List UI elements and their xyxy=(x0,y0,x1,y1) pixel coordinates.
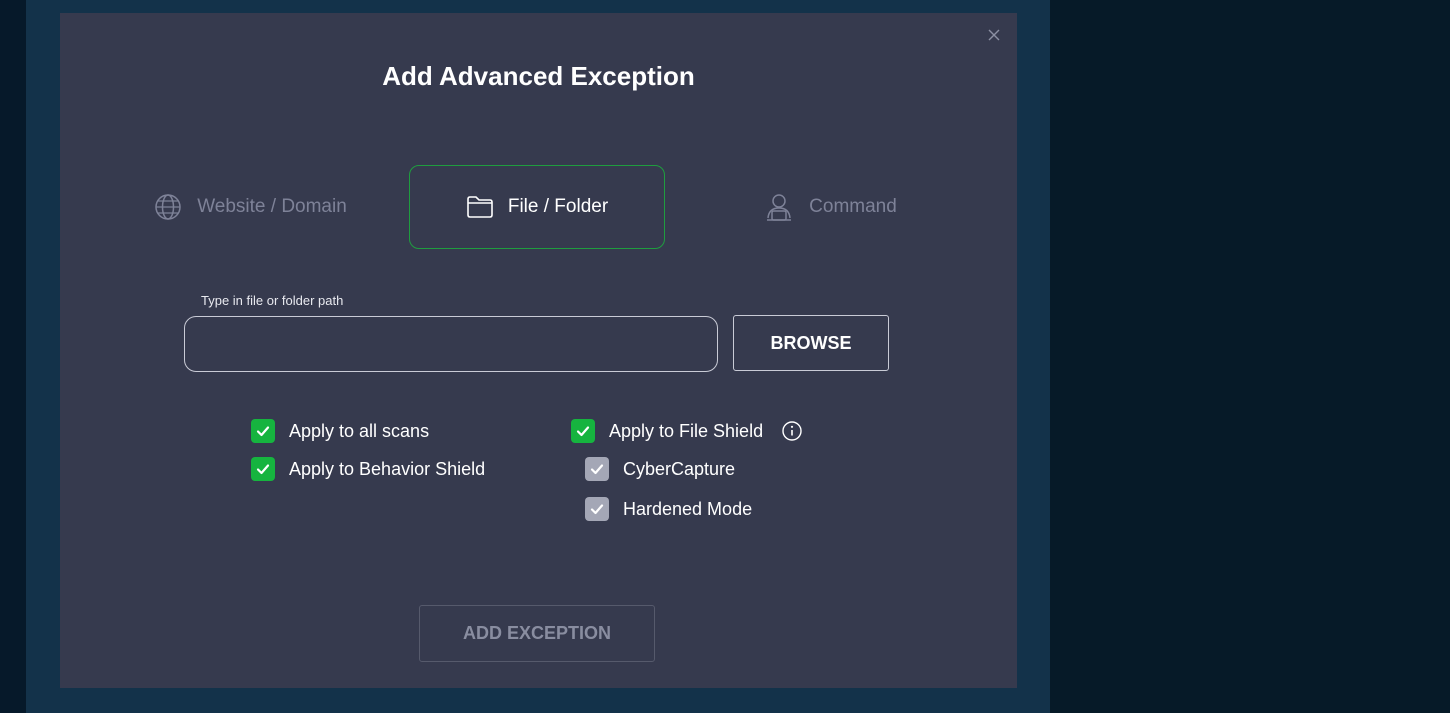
tab-command[interactable]: Command xyxy=(735,165,925,249)
globe-icon xyxy=(153,192,183,222)
cybercapture-label: CyberCapture xyxy=(623,458,736,479)
apply-behavior-shield-option[interactable]: Apply to Behavior Shield xyxy=(251,457,485,481)
apply-behavior-shield-label: Apply to Behavior Shield xyxy=(289,458,486,479)
path-field-label: Type in file or folder path xyxy=(201,293,344,308)
apply-behavior-shield-checkbox[interactable] xyxy=(251,457,275,481)
desktop-area xyxy=(1050,0,1450,713)
folder-icon xyxy=(466,195,494,219)
tab-file-folder[interactable]: File / Folder xyxy=(409,165,665,249)
add-exception-button[interactable]: ADD EXCEPTION xyxy=(419,605,655,662)
tab-label: Website / Domain xyxy=(197,196,347,217)
checkmark-icon xyxy=(256,426,270,437)
tab-label: File / Folder xyxy=(507,196,609,217)
command-icon xyxy=(763,191,795,223)
hardened-mode-checkbox[interactable] xyxy=(585,497,609,521)
apply-all-scans-label: Apply to all scans xyxy=(289,420,430,441)
hardened-mode-option[interactable]: Hardened Mode xyxy=(585,497,752,521)
dialog-title: Add Advanced Exception xyxy=(382,61,695,91)
tab-label: Command xyxy=(809,196,897,217)
left-edge-strip xyxy=(0,0,26,713)
browse-button[interactable]: BROWSE xyxy=(733,315,889,371)
cybercapture-option[interactable]: CyberCapture xyxy=(585,457,735,481)
apply-all-scans-option[interactable]: Apply to all scans xyxy=(251,419,429,443)
hardened-mode-label: Hardened Mode xyxy=(623,498,753,519)
cybercapture-checkbox[interactable] xyxy=(585,457,609,481)
apply-file-shield-checkbox[interactable] xyxy=(571,419,595,443)
checkmark-icon xyxy=(576,426,590,437)
checkmark-icon xyxy=(590,464,604,475)
tab-website-domain[interactable]: Website / Domain xyxy=(120,165,380,249)
apply-file-shield-label: Apply to File Shield xyxy=(609,420,764,441)
apply-all-scans-checkbox[interactable] xyxy=(251,419,275,443)
checkmark-icon xyxy=(256,464,270,475)
path-input[interactable] xyxy=(184,316,718,372)
apply-file-shield-option[interactable]: Apply to File Shield xyxy=(571,419,803,443)
close-icon xyxy=(988,29,1000,41)
close-button[interactable] xyxy=(985,26,1003,44)
info-icon[interactable] xyxy=(781,420,803,442)
checkmark-icon xyxy=(590,504,604,515)
